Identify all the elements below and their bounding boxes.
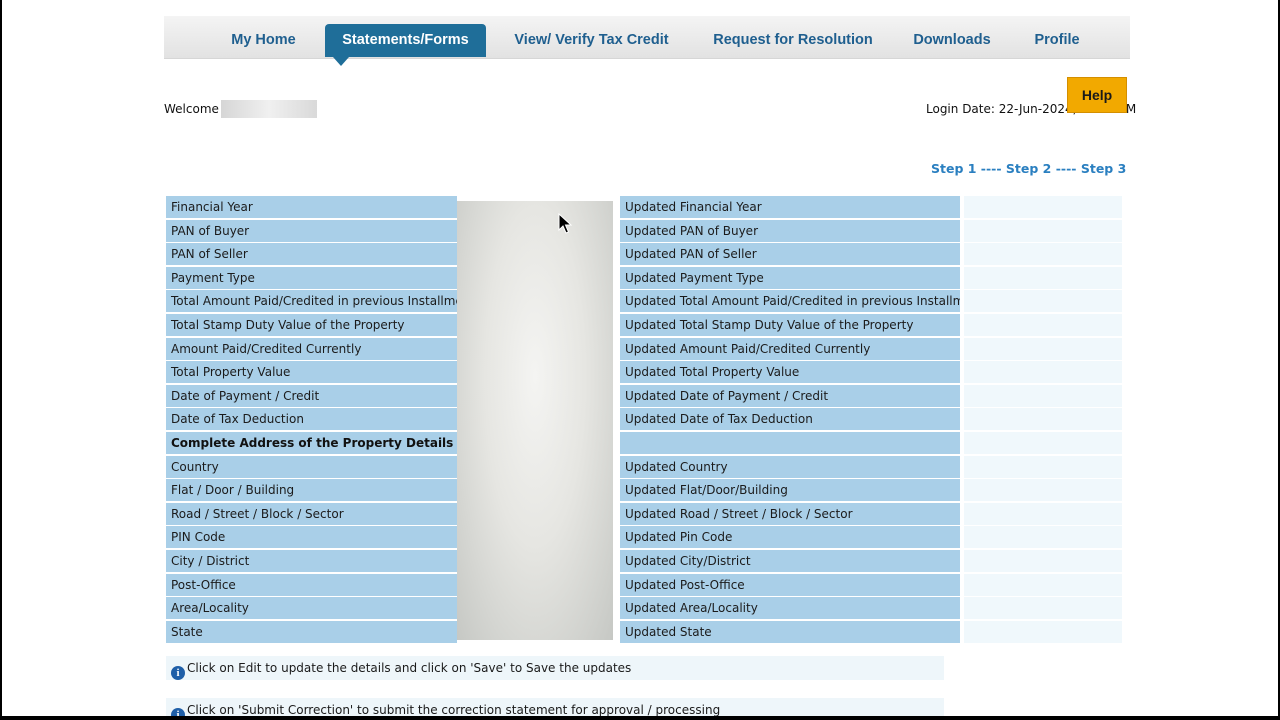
tab-label: My Home [231,32,296,48]
step-separator: ---- [976,161,1006,176]
updated-value-cell [964,526,1122,548]
tab-label: Profile [1034,32,1080,48]
field-label: Amount Paid/Credited Currently [166,338,457,360]
updated-value-cell [964,267,1122,289]
field-label: Financial Year [166,196,457,218]
note-text: Click on 'Submit Correction' to submit t… [187,703,721,716]
updated-value-cell [964,196,1122,218]
field-label: Country [166,456,457,478]
updated-field-label: Updated Financial Year [620,196,960,218]
field-label: PAN of Seller [166,243,457,265]
updated-value-cell [964,314,1122,336]
step-separator: ---- [1051,161,1081,176]
updated-value-cell [964,574,1122,596]
updated-value-cell [964,432,1122,454]
field-label: Payment Type [166,267,457,289]
step-2-link[interactable]: Step 2 [1006,161,1051,176]
updated-field-label: Updated Area/Locality [620,597,960,619]
updated-value-cell [964,220,1122,242]
updated-field-label: Updated Amount Paid/Credited Currently [620,338,960,360]
tab-label: View/ Verify Tax Credit [514,32,669,48]
updated-field-label: Updated Total Amount Paid/Credited in pr… [620,290,960,312]
field-label: PIN Code [166,526,457,548]
updated-value-cell [964,503,1122,525]
tab-profile[interactable]: Profile [1027,16,1087,58]
updated-field-label: Updated City/District [620,550,960,572]
updated-value-cell [964,456,1122,478]
updated-field-label: Updated PAN of Seller [620,243,960,265]
field-label: Total Amount Paid/Credited in previous I… [166,290,457,312]
updated-value-cell [964,479,1122,501]
updated-value-cell [964,621,1122,643]
tab-request-for-resolution[interactable]: Request for Resolution [709,16,877,58]
tab-my-home[interactable]: My Home [216,16,311,58]
updated-field-label: Updated Total Property Value [620,361,960,383]
updated-field-label: Updated Date of Payment / Credit [620,385,960,407]
updated-value-cell [964,385,1122,407]
field-label: Total Stamp Duty Value of the Property [166,314,457,336]
field-label: Date of Tax Deduction [166,408,457,430]
updated-field-label: Updated Total Stamp Duty Value of the Pr… [620,314,960,336]
field-label: State [166,621,457,643]
field-label: Total Property Value [166,361,457,383]
tab-downloads[interactable]: Downloads [907,16,997,58]
updated-value-cell [964,597,1122,619]
updated-value-cell [964,408,1122,430]
step-indicator: Step 1 ---- Step 2 ---- Step 3 [931,161,1126,176]
redacted-values-column [457,201,613,640]
main-nav: My Home Statements/Forms View/ Verify Ta… [164,16,1130,66]
tab-label: Downloads [913,32,991,48]
tab-label: Request for Resolution [713,32,873,48]
mouse-pointer-icon [558,213,572,234]
step-3-link[interactable]: Step 3 [1081,161,1126,176]
updated-value-cell [964,338,1122,360]
updated-value-cell [964,243,1122,265]
info-note-edit: i Click on Edit to update the details and… [166,656,944,680]
field-label: Area/Locality [166,597,457,619]
step-1-link[interactable]: Step 1 [931,161,976,176]
updated-field-label: Updated PAN of Buyer [620,220,960,242]
field-label: Road / Street / Block / Sector [166,503,457,525]
info-icon: i [171,666,185,680]
updated-field-label: Updated Pin Code [620,526,960,548]
field-label: Complete Address of the Property Details [166,432,457,454]
updated-field-label: Updated Flat/Door/Building [620,479,960,501]
updated-field-label: Updated Payment Type [620,267,960,289]
redacted-username [221,100,317,118]
tab-label: Statements/Forms [342,32,469,48]
updated-value-cell [964,361,1122,383]
updated-field-label: Updated Road / Street / Block / Sector [620,503,960,525]
updated-field-label: Updated Post-Office [620,574,960,596]
field-label: Post-Office [166,574,457,596]
active-tab-caret [333,57,349,66]
tab-view-verify-tax-credit[interactable]: View/ Verify Tax Credit [504,16,679,58]
updated-field-label: Updated Date of Tax Deduction [620,408,960,430]
browser-viewport: My Home Statements/Forms View/ Verify Ta… [2,0,1278,716]
info-icon: i [171,708,185,716]
updated-value-cell [964,550,1122,572]
field-label: City / District [166,550,457,572]
updated-field-label: Updated Country [620,456,960,478]
tab-statements-forms[interactable]: Statements/Forms [325,24,486,66]
help-button[interactable]: Help [1067,77,1127,113]
field-label: Flat / Door / Building [166,479,457,501]
updated-value-cell [964,290,1122,312]
field-label: Date of Payment / Credit [166,385,457,407]
updated-field-label: Updated State [620,621,960,643]
field-label: PAN of Buyer [166,220,457,242]
note-text: Click on Edit to update the details and … [187,661,632,675]
info-note-submit: i Click on 'Submit Correction' to submit … [166,698,944,716]
updated-field-label [620,432,960,454]
